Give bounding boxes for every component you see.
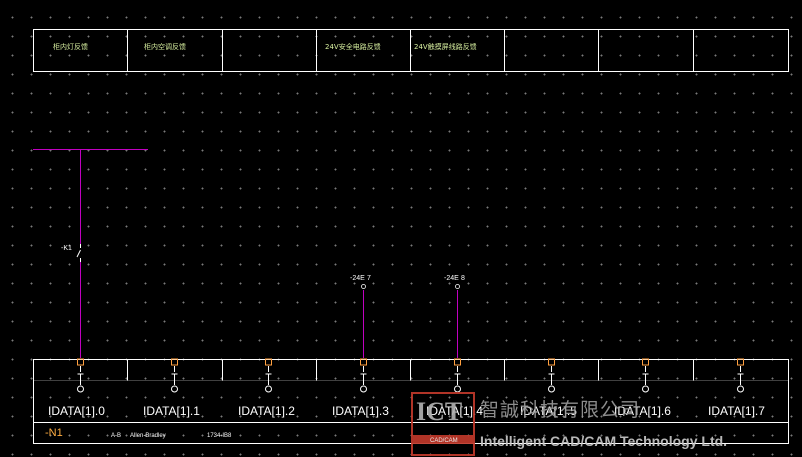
input-terminal-0[interactable] xyxy=(77,358,84,393)
channel-label-1: IDATA[1].1 xyxy=(143,404,200,418)
c1-pin: 7 xyxy=(367,275,371,282)
drawing-canvas[interactable]: 柜内灯反馈 柜内空调反馈 24V安全电路反馈 24V触摸屏线路反馈 -K1 -2… xyxy=(0,0,802,457)
k1-contact-symbol[interactable] xyxy=(76,249,81,258)
k1-label: -K1 xyxy=(61,245,72,252)
company-name-en: Intelligent CAD/CAM Technology Ltd. xyxy=(480,433,727,449)
wiring[interactable]: -K1 -24E 7 -24E 8 xyxy=(33,149,465,358)
logo-letters: ICT xyxy=(416,397,462,426)
c1-label: -24E xyxy=(350,275,365,282)
company-name-cn: 智誠科技有限公司 xyxy=(480,399,640,421)
schematic-sheet[interactable]: 柜内灯反馈 柜内空调反馈 24V安全电路反馈 24V触摸屏线路反馈 -K1 -2… xyxy=(0,0,802,457)
input-terminal-6[interactable] xyxy=(642,358,649,393)
vendor-short: A-B xyxy=(111,433,121,439)
header-cell-1: 柜内灯反馈 xyxy=(53,42,88,51)
part-number: 1734-IB8 xyxy=(207,433,232,439)
c2-pin: 8 xyxy=(461,275,465,282)
channel-label-0: IDATA[1].0 xyxy=(48,404,105,418)
header-table: 柜内灯反馈 柜内空调反馈 24V安全电路反馈 24V触摸屏线路反馈 xyxy=(33,29,789,72)
channel-label-2: IDATA[1].2 xyxy=(238,404,295,418)
vendor-name: Allen-Bradley xyxy=(130,433,166,439)
module-tag: -N1 xyxy=(45,427,63,439)
channel-label-3: IDATA[1].3 xyxy=(332,404,389,418)
logo-sub: CAD/CAM xyxy=(430,438,458,444)
c2-label: -24E xyxy=(444,275,459,282)
company-watermark: ICT CAD/CAM 智誠科技有限公司 Intelligent CAD/CAM… xyxy=(411,392,727,456)
input-terminal-3[interactable] xyxy=(360,358,367,393)
header-cell-5: 24V触摸屏线路反馈 xyxy=(414,42,477,51)
input-terminal-7[interactable] xyxy=(737,358,744,393)
input-terminal-2[interactable] xyxy=(265,358,272,393)
terminal-24e-8[interactable] xyxy=(455,284,460,289)
input-terminal-1[interactable] xyxy=(171,358,178,393)
header-cell-4: 24V安全电路反馈 xyxy=(325,42,381,51)
channel-label-7: IDATA[1].7 xyxy=(708,404,765,418)
input-terminal-5[interactable] xyxy=(548,358,555,393)
header-cell-2: 柜内空调反馈 xyxy=(144,42,186,51)
input-terminal-4[interactable] xyxy=(454,358,461,393)
terminal-24e-7[interactable] xyxy=(361,284,366,289)
